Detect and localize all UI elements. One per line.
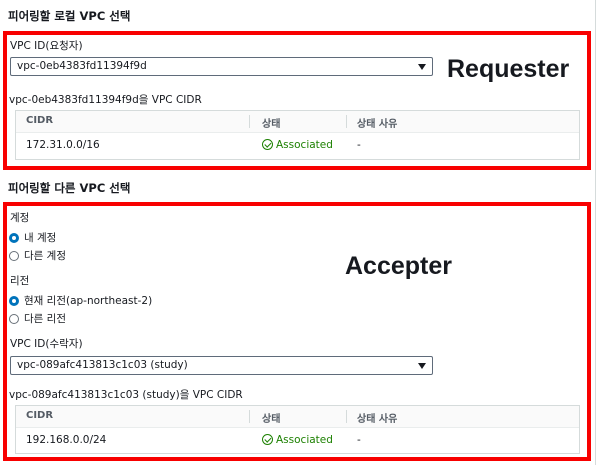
panel-border bbox=[595, 0, 596, 465]
local-section-title: 피어링할 로컬 VPC 선택 bbox=[8, 9, 131, 23]
peer-section-title: 피어링할 다른 VPC 선택 bbox=[8, 181, 131, 195]
accepter-highlight-box bbox=[3, 202, 591, 461]
requester-highlight-box bbox=[3, 31, 591, 170]
accepter-annotation: Accepter bbox=[345, 252, 452, 280]
requester-annotation: Requester bbox=[447, 55, 570, 83]
